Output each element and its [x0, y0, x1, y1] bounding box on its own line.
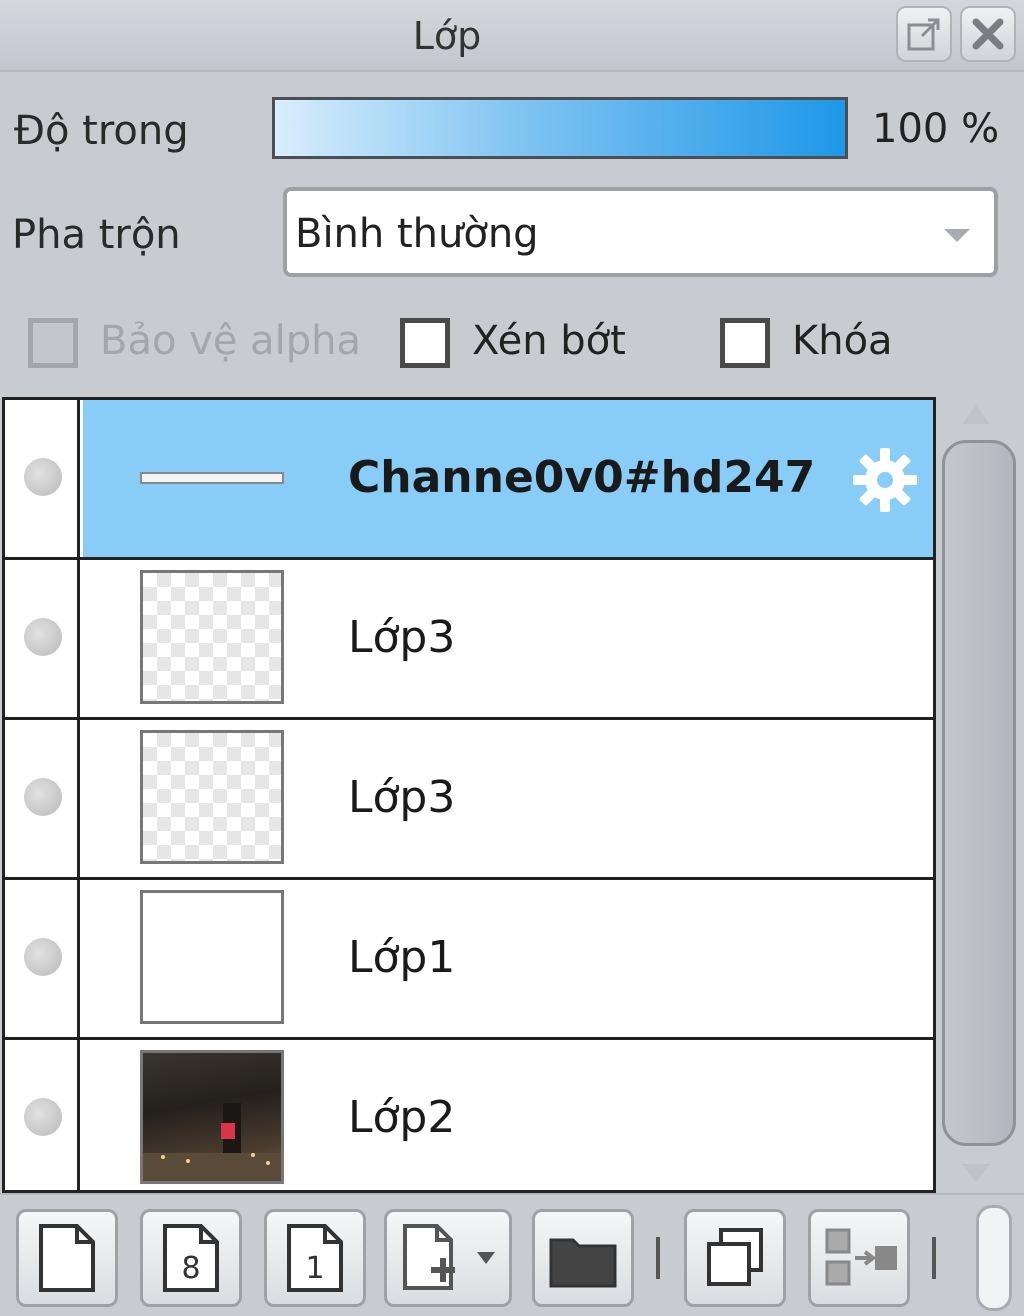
layer-thumbnail [140, 1050, 284, 1184]
lock-checkbox[interactable] [720, 318, 770, 368]
clipping-checkbox[interactable] [400, 318, 450, 368]
layer-name: Lớp3 [348, 772, 456, 823]
visibility-icon[interactable] [24, 938, 62, 976]
close-button[interactable] [960, 6, 1016, 62]
layer-toolbar: 8 1 [0, 1193, 1024, 1316]
visibility-column[interactable] [5, 880, 80, 1037]
visibility-icon[interactable] [24, 778, 62, 816]
scroll-up-arrow-icon[interactable] [962, 406, 990, 424]
opacity-label: Độ trong [14, 108, 189, 154]
svg-text:1: 1 [305, 1251, 324, 1286]
clipping-label: Xén bớt [472, 318, 626, 364]
layer-row[interactable]: Lớp3 [5, 720, 933, 880]
panel-titlebar: Lớp [0, 0, 1024, 72]
visibility-icon[interactable] [24, 1098, 62, 1136]
protect-alpha-checkbox[interactable] [28, 318, 78, 368]
toolbar-divider [656, 1237, 660, 1279]
protect-alpha-label: Bảo vệ alpha [100, 318, 362, 364]
visibility-column[interactable] [5, 560, 80, 717]
merge-down-button[interactable] [808, 1209, 910, 1307]
undock-button[interactable] [896, 6, 952, 62]
new-folder-button[interactable] [532, 1209, 634, 1307]
new-special-layer-button[interactable] [384, 1209, 512, 1307]
lock-label: Khóa [792, 318, 893, 364]
gear-icon[interactable] [849, 444, 921, 520]
layer-row[interactable]: Lớp2 [5, 1040, 933, 1190]
visibility-icon[interactable] [24, 458, 62, 496]
new-1bit-layer-button[interactable]: 1 [264, 1209, 366, 1307]
visibility-column[interactable] [5, 1040, 80, 1190]
new-layer-button[interactable] [16, 1209, 118, 1307]
visibility-column[interactable] [5, 720, 80, 877]
toolbar-divider [932, 1237, 936, 1279]
layer-name: Lớp1 [348, 932, 456, 983]
duplicate-layer-button[interactable] [684, 1209, 786, 1307]
layer-thumbnail [140, 730, 284, 864]
layer-name: Lớp3 [348, 612, 456, 663]
chevron-down-icon [944, 229, 970, 242]
scroll-down-arrow-icon[interactable] [962, 1164, 990, 1182]
layer-row[interactable]: Lớp1 [5, 880, 933, 1040]
layer-list-scrollbar[interactable] [942, 440, 1016, 1146]
visibility-column[interactable] [5, 400, 80, 557]
opacity-value: 100 % [872, 106, 1000, 152]
new-8bit-layer-button[interactable]: 8 [140, 1209, 242, 1307]
layer-thumbnail [140, 472, 284, 484]
layer-thumbnail [140, 890, 284, 1024]
svg-text:8: 8 [181, 1251, 200, 1286]
layer-row[interactable]: Channe0v0#hd247 [5, 400, 933, 560]
panel-title: Lớp [412, 14, 482, 58]
layer-list: Channe0v0#hd247 Lớp3 Lớp3 Lớp1 Lớp2 [2, 397, 936, 1193]
layer-row[interactable]: Lớp3 [5, 560, 933, 720]
layer-name: Lớp2 [348, 1092, 456, 1143]
layer-name: Channe0v0#hd247 [348, 452, 816, 503]
opacity-slider[interactable] [272, 97, 848, 159]
layer-thumbnail [140, 570, 284, 704]
visibility-icon[interactable] [24, 618, 62, 656]
blend-mode-value: Bình thường [295, 211, 539, 257]
blend-mode-select[interactable]: Bình thường [283, 187, 998, 277]
blend-label: Pha trộn [12, 212, 181, 258]
toolbar-scrollbar[interactable] [976, 1205, 1012, 1311]
